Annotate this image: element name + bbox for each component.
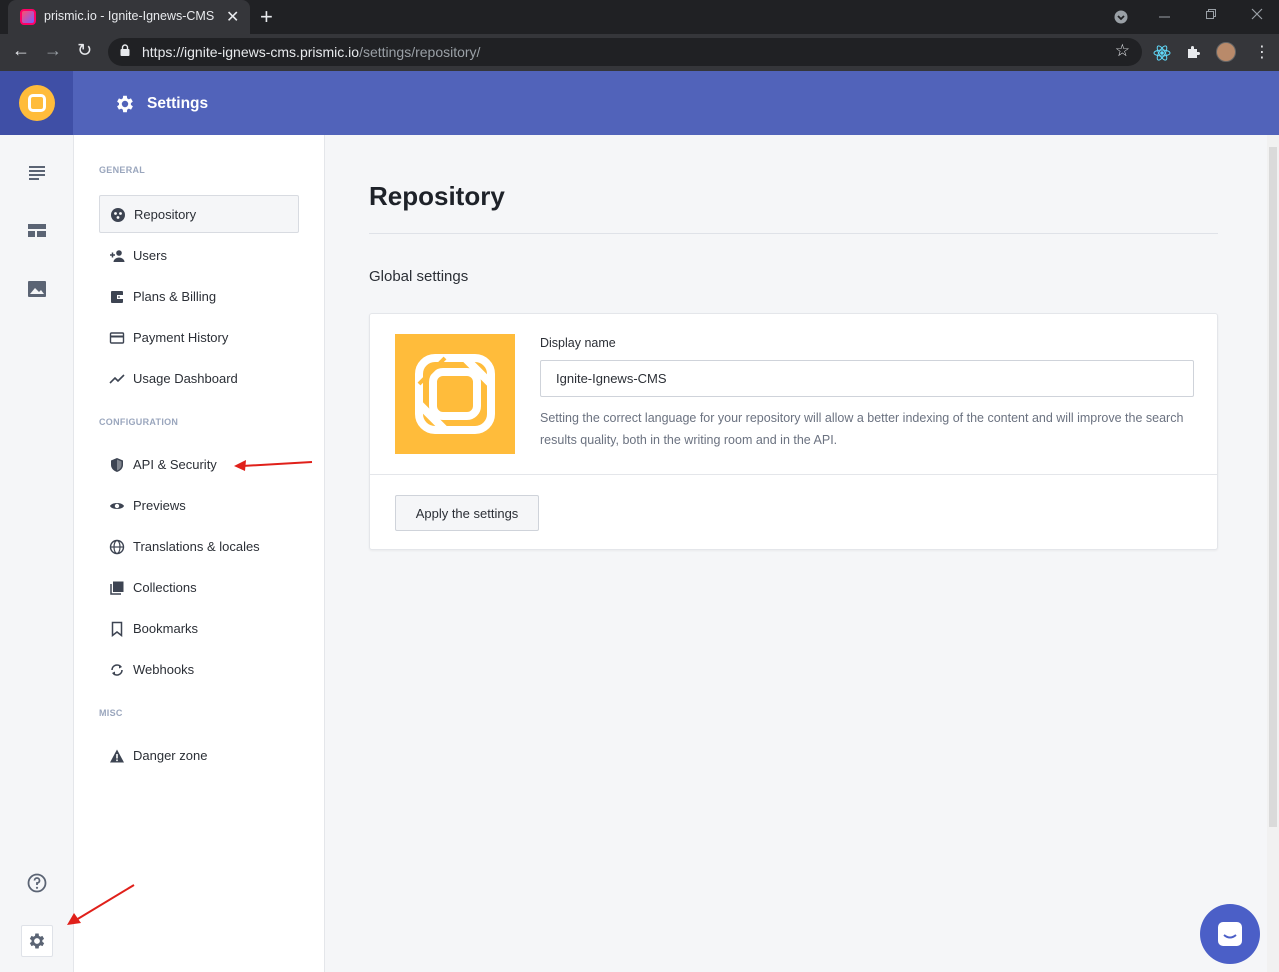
page-title: Repository xyxy=(369,181,505,211)
global-settings-card: Display name Setting the correct languag… xyxy=(369,313,1218,550)
repository-icon xyxy=(111,208,125,222)
nav-label: API & Security xyxy=(133,457,217,472)
browser-tab-strip: prismic.io - Ignite-Ignews-CMS ✕ + xyxy=(0,0,1279,34)
browser-tab[interactable]: prismic.io - Ignite-Ignews-CMS ✕ xyxy=(8,0,250,34)
tab-close-icon[interactable]: ✕ xyxy=(226,7,239,27)
nav-item-api-security[interactable]: API & Security xyxy=(99,446,299,484)
nav-item-webhooks[interactable]: Webhooks xyxy=(99,651,299,689)
credit-card-icon xyxy=(109,332,125,344)
custom-types-icon[interactable] xyxy=(27,221,47,241)
media-library-icon[interactable] xyxy=(27,279,47,299)
section-general: GENERAL xyxy=(99,165,146,175)
prismic-favicon-icon xyxy=(20,9,36,25)
section-misc: MISC xyxy=(99,708,123,718)
sync-icon xyxy=(111,664,123,676)
nav-label: Users xyxy=(133,248,167,263)
window-close-icon[interactable] xyxy=(1251,8,1263,20)
browser-menu-icon[interactable]: ⋮ xyxy=(1254,42,1270,62)
wallet-icon xyxy=(111,291,123,303)
url-host: https://ignite-ignews-cms.prismic.io xyxy=(142,44,360,60)
bookmark-icon xyxy=(111,621,123,637)
logo-container xyxy=(0,71,73,135)
profile-avatar[interactable] xyxy=(1216,42,1236,62)
nav-item-users[interactable]: Users xyxy=(99,237,299,275)
url-path: /settings/repository/ xyxy=(359,44,481,60)
nav-label: Repository xyxy=(134,207,197,222)
add-user-icon xyxy=(110,250,125,262)
nav-label: Usage Dashboard xyxy=(133,371,238,386)
gear-icon xyxy=(29,933,45,949)
nav-item-repository[interactable]: Repository xyxy=(99,195,299,233)
nav-label: Translations & locales xyxy=(133,539,260,554)
settings-nav: GENERAL Repository Users Plans & Billing… xyxy=(74,135,325,972)
prismic-logo-icon xyxy=(415,354,495,434)
shield-icon xyxy=(111,458,123,472)
nav-item-bookmarks[interactable]: Bookmarks xyxy=(99,610,299,648)
section-configuration: CONFIGURATION xyxy=(99,417,179,427)
nav-item-payment-history[interactable]: Payment History xyxy=(99,319,299,357)
chat-icon xyxy=(1218,922,1242,946)
tab-search-icon[interactable] xyxy=(1114,10,1128,24)
nav-label: Danger zone xyxy=(133,748,208,763)
back-button[interactable]: ← xyxy=(12,40,30,61)
header-title: Settings xyxy=(147,95,209,112)
browser-toolbar: ← → ↻ https://ignite-ignews-cms.prismic.… xyxy=(0,34,1279,71)
new-tab-button[interactable]: + xyxy=(260,4,273,30)
repository-logo[interactable] xyxy=(395,334,515,454)
title-divider xyxy=(369,233,1218,234)
globe-icon xyxy=(109,539,125,555)
documents-list-icon[interactable] xyxy=(27,163,47,183)
address-bar[interactable]: https://ignite-ignews-cms.prismic.io/set… xyxy=(108,38,1142,66)
url-text: https://ignite-ignews-cms.prismic.io/set… xyxy=(142,44,480,60)
eye-icon xyxy=(110,503,124,509)
tab-title: prismic.io - Ignite-Ignews-CMS xyxy=(44,9,215,23)
nav-item-collections[interactable]: Collections xyxy=(99,569,299,607)
nav-label: Webhooks xyxy=(133,662,195,677)
nav-item-plans-billing[interactable]: Plans & Billing xyxy=(99,278,299,316)
warning-icon xyxy=(110,749,124,763)
display-name-label: Display name xyxy=(540,336,616,350)
nav-item-previews[interactable]: Previews xyxy=(99,487,299,525)
settings-gear-icon xyxy=(117,95,133,113)
nav-item-danger-zone[interactable]: Danger zone xyxy=(99,737,299,775)
display-name-input[interactable] xyxy=(540,360,1194,397)
display-name-help-text: Setting the correct language for your re… xyxy=(540,411,1184,447)
trend-line-icon xyxy=(109,374,125,384)
nav-label: Collections xyxy=(133,580,197,595)
nav-label: Plans & Billing xyxy=(133,289,217,304)
lock-icon xyxy=(120,44,130,56)
main-content: Repository Global settings Display name … xyxy=(325,135,1267,972)
minimize-icon[interactable] xyxy=(1159,12,1171,22)
reload-button[interactable]: ↻ xyxy=(77,40,92,61)
page-scrollbar[interactable] xyxy=(1267,135,1279,972)
restore-icon[interactable] xyxy=(1205,8,1217,20)
extensions-puzzle-icon[interactable] xyxy=(1185,44,1202,61)
nav-item-translations[interactable]: Translations & locales xyxy=(99,528,299,566)
nav-label: Bookmarks xyxy=(133,621,199,636)
card-divider xyxy=(370,474,1217,475)
app-header: Settings xyxy=(0,71,1279,135)
section-title: Global settings xyxy=(369,268,469,285)
nav-label: Previews xyxy=(133,498,186,513)
nav-item-usage-dashboard[interactable]: Usage Dashboard xyxy=(99,360,299,398)
scrollbar-thumb[interactable] xyxy=(1269,147,1277,827)
forward-button[interactable]: → xyxy=(44,40,62,61)
left-rail xyxy=(0,135,74,972)
apply-settings-button[interactable]: Apply the settings xyxy=(395,495,539,531)
nav-label: Payment History xyxy=(133,330,229,345)
bookmark-star-icon[interactable]: ☆ xyxy=(1115,41,1130,61)
help-icon[interactable] xyxy=(27,873,47,893)
collections-icon xyxy=(110,581,124,595)
rail-settings-button[interactable] xyxy=(21,925,53,957)
prismic-logo[interactable] xyxy=(19,85,55,121)
chat-support-button[interactable] xyxy=(1200,904,1260,964)
react-devtools-icon[interactable] xyxy=(1153,44,1171,62)
